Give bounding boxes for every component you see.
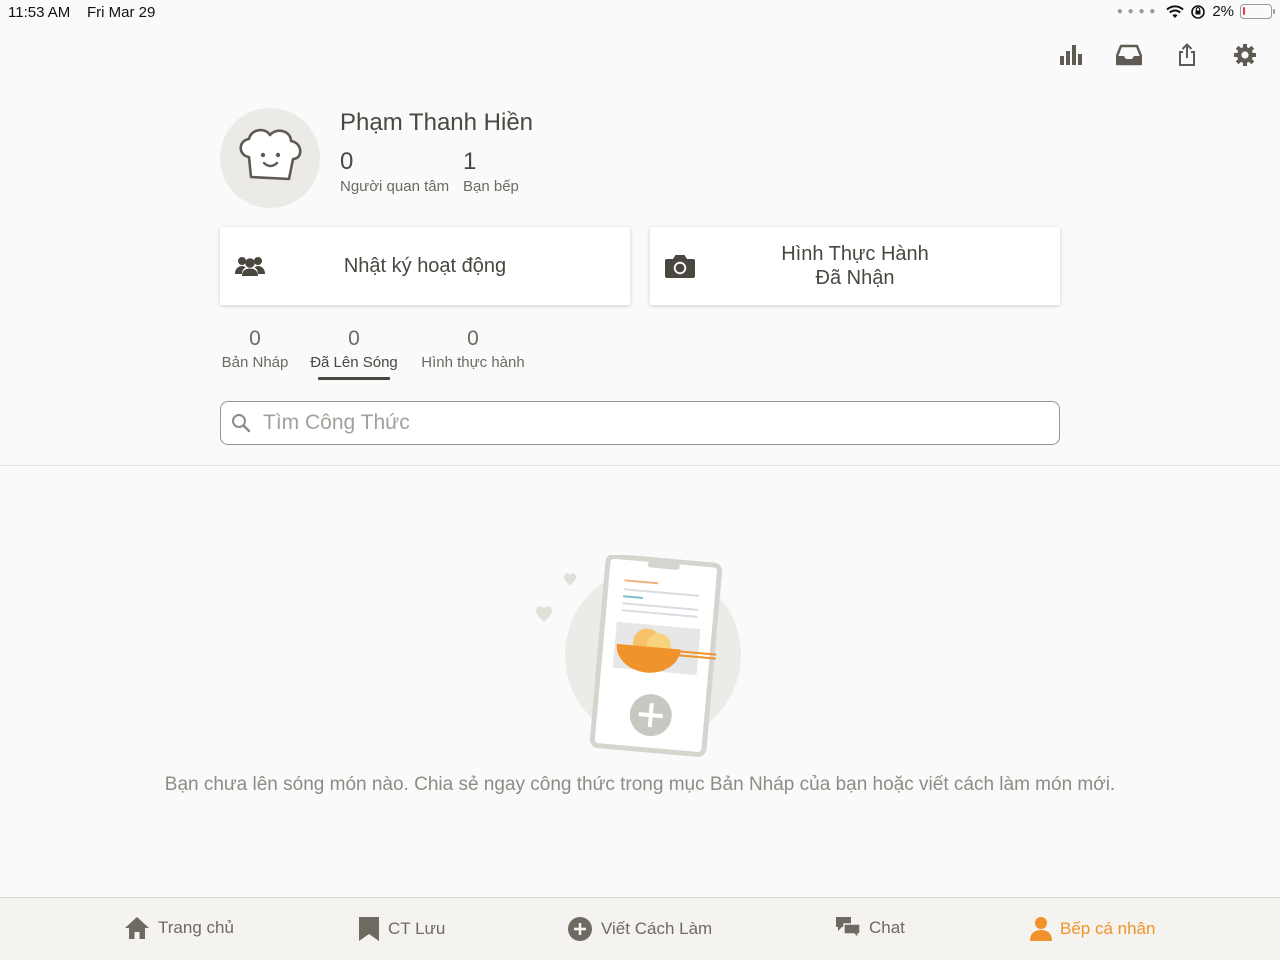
stats-button[interactable] [1056, 40, 1086, 70]
home-icon [125, 917, 149, 939]
tab-drafts[interactable]: 0 Bản Nháp [220, 326, 290, 371]
profile-screen: 11:53 AM Fri Mar 29 ● ● ● ● 2% Phạm Than… [0, 0, 1280, 960]
nav-chat-label: Chat [869, 918, 905, 937]
cooksnaps-received-card[interactable]: Hình Thực Hành Đã Nhận [650, 227, 1060, 305]
tab-published-label: Đã Lên Sóng [310, 354, 398, 371]
bookmark-icon [359, 917, 379, 941]
search-icon [232, 414, 251, 433]
stats-icon [1060, 45, 1082, 65]
camera-icon [664, 251, 696, 281]
profile-name: Phạm Thanh Hiền [340, 109, 534, 136]
signal-dots-icon: ● ● ● ● [1116, 6, 1157, 17]
nav-saved-recipes[interactable]: CT Lưu [358, 916, 445, 942]
followers-label: Người quan tâm [340, 178, 450, 195]
friends-count: 1 [463, 148, 477, 175]
friends-stat[interactable]: 1 Bạn bếp [463, 148, 519, 195]
activity-log-card[interactable]: Nhật ký hoạt động [220, 227, 630, 305]
cooksnaps-label-line1: Hình Thực Hành [781, 243, 929, 265]
nav-kitchen-label: Bếp cá nhân [1060, 919, 1156, 938]
tab-published[interactable]: 0 Đã Lên Sóng [306, 326, 402, 371]
nav-home-label: Trang chủ [158, 918, 234, 937]
status-time: 11:53 AM [8, 4, 71, 21]
followers-stat[interactable]: 0 Người quan tâm [340, 148, 449, 195]
nav-my-kitchen[interactable]: Bếp cá nhân [1030, 916, 1155, 942]
cooksnaps-label-line2: Đã Nhận [815, 267, 895, 289]
orientation-lock-icon [1191, 4, 1206, 19]
empty-state-message: Bạn chưa lên sóng món nào. Chia sẻ ngay … [164, 774, 1116, 795]
wifi-icon [1166, 4, 1185, 18]
tab-cooksnaps-label: Hình thực hành [421, 354, 525, 371]
share-button[interactable] [1172, 40, 1202, 70]
heart-icon [564, 573, 576, 586]
tab-cooksnaps[interactable]: 0 Hình thực hành [416, 326, 530, 371]
friends-label: Bạn bếp [463, 178, 519, 195]
nav-write-label: Viết Cách Làm [601, 919, 713, 938]
inbox-icon [1116, 44, 1142, 66]
person-icon [1030, 917, 1052, 941]
bottom-navigation: Trang chủ CT Lưu Viết Cách Làm Chat Bếp … [0, 897, 1280, 960]
inbox-button[interactable] [1114, 40, 1144, 70]
heart-icon [536, 606, 552, 622]
status-date: Fri Mar 29 [87, 4, 156, 21]
share-icon [1179, 43, 1195, 66]
tab-cooksnaps-count: 0 [467, 327, 479, 350]
avatar[interactable] [220, 108, 320, 208]
active-tab-indicator [318, 377, 390, 380]
settings-icon [1234, 44, 1256, 66]
settings-button[interactable] [1230, 40, 1260, 70]
cooksnaps-label: Hình Thực Hành Đã Nhận [650, 242, 1060, 290]
tab-published-count: 0 [348, 327, 360, 350]
plus-circle-icon [568, 917, 592, 941]
battery-percentage: 2% [1212, 3, 1234, 20]
tab-drafts-count: 0 [249, 327, 261, 350]
nav-chat[interactable]: Chat [835, 916, 905, 940]
status-bar: 11:53 AM Fri Mar 29 ● ● ● ● 2% [0, 0, 1280, 26]
followers-count: 0 [340, 148, 354, 175]
nav-home[interactable]: Trang chủ [124, 916, 234, 940]
tab-drafts-label: Bản Nháp [221, 354, 289, 371]
users-icon [234, 251, 266, 281]
status-indicators: ● ● ● ● 2% [1116, 3, 1275, 20]
nav-write-recipe[interactable]: Viết Cách Làm [567, 916, 712, 942]
nav-saved-label: CT Lưu [388, 919, 446, 938]
recipe-search-box[interactable] [220, 401, 1060, 445]
section-divider [0, 465, 1280, 466]
top-toolbar [1056, 40, 1260, 70]
chat-icon [836, 917, 861, 940]
search-input[interactable] [263, 408, 1043, 438]
empty-recipes-illustration [536, 555, 741, 757]
battery-icon [1240, 4, 1275, 19]
chef-hat-icon [239, 128, 302, 181]
activity-log-label: Nhật ký hoạt động [343, 255, 507, 277]
